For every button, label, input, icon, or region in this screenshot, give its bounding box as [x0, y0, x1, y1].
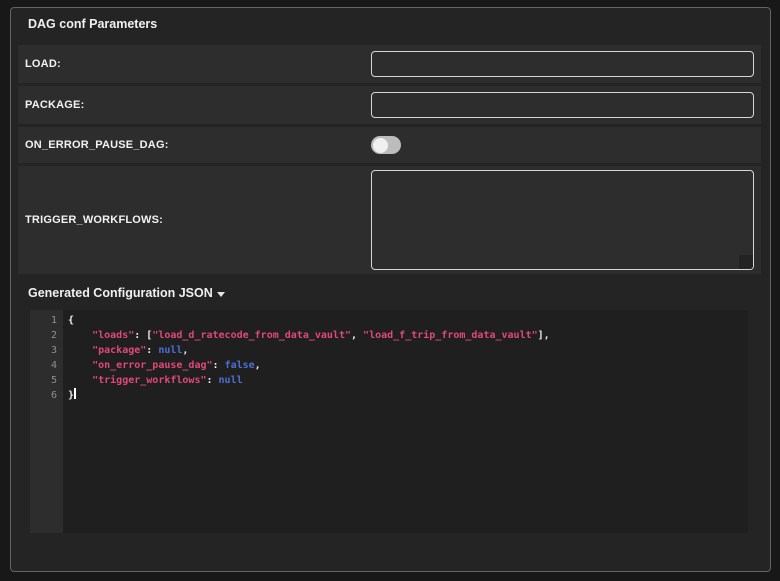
toggle-knob-icon [373, 138, 388, 153]
on-error-pause-dag-control [371, 136, 761, 154]
line-number: 3 [30, 343, 63, 358]
line-number: 5 [30, 373, 63, 388]
dag-conf-panel: DAG conf Parameters LOAD: PACKAGE: ON_ER… [10, 7, 771, 572]
line-number: 1 [30, 313, 63, 328]
editor-gutter: 123456 [30, 310, 63, 533]
trigger-workflows-control [371, 170, 761, 270]
code-line: } [68, 388, 748, 403]
generated-json-title: Generated Configuration JSON [28, 286, 213, 300]
load-label: LOAD: [18, 58, 371, 70]
form-row-package: PACKAGE: [18, 86, 761, 124]
on-error-pause-dag-label: ON_ERROR_PAUSE_DAG: [18, 139, 371, 151]
code-line: "package": null, [68, 343, 748, 358]
code-line: { [68, 313, 748, 328]
form-row-load: LOAD: [18, 45, 761, 83]
code-line: "trigger_workflows": null [68, 373, 748, 388]
generated-json-header[interactable]: Generated Configuration JSON [28, 286, 225, 300]
form-row-trigger-workflows: TRIGGER_WORKFLOWS: [18, 166, 761, 274]
package-control [371, 92, 761, 118]
code-line: "loads": ["load_d_ratecode_from_data_vau… [68, 328, 748, 343]
panel-title: DAG conf Parameters [28, 17, 770, 31]
load-input[interactable] [371, 51, 754, 77]
form-row-on-error-pause-dag: ON_ERROR_PAUSE_DAG: [18, 127, 761, 163]
editor-code: { "loads": ["load_d_ratecode_from_data_v… [63, 310, 748, 533]
line-number: 4 [30, 358, 63, 373]
textarea-resize-handle-icon[interactable] [739, 255, 753, 269]
caret-down-icon [217, 292, 225, 297]
code-line: "on_error_pause_dag": false, [68, 358, 748, 373]
package-input[interactable] [371, 92, 754, 118]
form-rows: LOAD: PACKAGE: ON_ERROR_PAUSE_DAG: TRIGG… [18, 45, 761, 274]
line-number: 6 [30, 388, 63, 403]
on-error-pause-dag-toggle[interactable] [371, 136, 401, 154]
text-cursor [74, 388, 76, 399]
trigger-workflows-textarea[interactable] [371, 170, 754, 270]
trigger-workflows-label: TRIGGER_WORKFLOWS: [18, 214, 371, 226]
line-number: 2 [30, 328, 63, 343]
json-editor[interactable]: 123456 { "loads": ["load_d_ratecode_from… [30, 310, 748, 533]
load-control [371, 51, 761, 77]
package-label: PACKAGE: [18, 99, 371, 111]
